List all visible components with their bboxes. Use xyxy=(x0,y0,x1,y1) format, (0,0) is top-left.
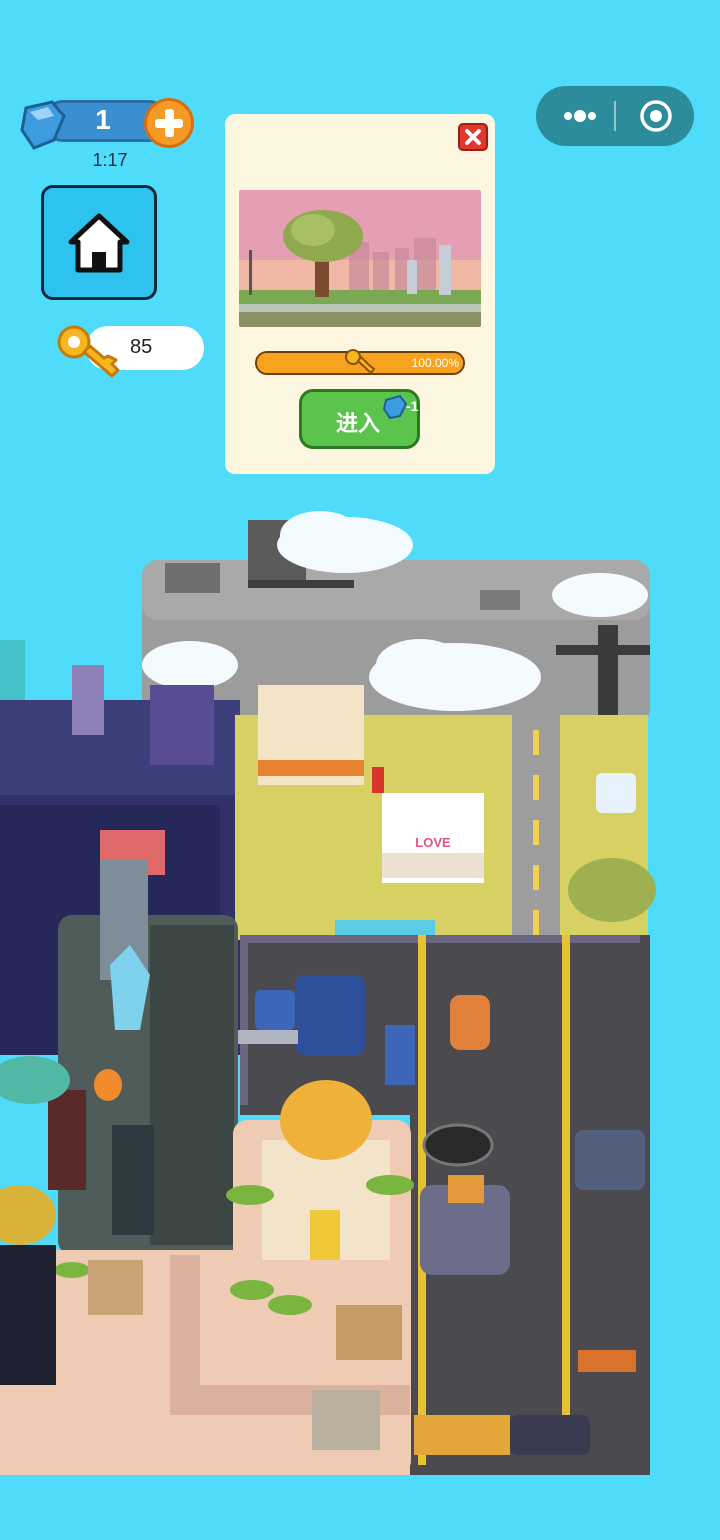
dark-gate xyxy=(0,1245,56,1385)
more-button[interactable] xyxy=(546,92,610,140)
more-dots-icon xyxy=(564,110,596,122)
orange-claw xyxy=(450,995,490,1050)
progress-text: 100.00% xyxy=(411,356,459,370)
home-button[interactable] xyxy=(41,185,157,300)
energy-drop-icon xyxy=(20,100,66,150)
energy-value: 1 xyxy=(95,104,111,135)
enter-label: 进入 xyxy=(336,411,381,436)
plus-icon xyxy=(155,109,183,137)
key-icon xyxy=(345,349,376,375)
capsule-divider xyxy=(614,101,616,131)
enter-cost: -1 xyxy=(406,398,419,414)
close-button[interactable] xyxy=(458,123,488,151)
shop-sign: LOVE xyxy=(415,835,451,850)
level-preview-image xyxy=(239,190,481,327)
train xyxy=(414,1415,510,1455)
miniprogram-capsule xyxy=(536,86,694,146)
energy-drop-icon xyxy=(382,394,408,420)
energy-counter: 1 xyxy=(18,98,194,150)
enter-button[interactable]: 进入 -1 xyxy=(299,389,420,449)
gray-mech xyxy=(420,1175,510,1275)
energy-timer: 1:17 xyxy=(92,150,128,170)
home-icon xyxy=(68,213,130,273)
world-map[interactable]: LOVE xyxy=(0,505,660,1480)
exit-button[interactable] xyxy=(622,92,686,140)
key-icon xyxy=(57,325,120,378)
keys-counter: 85 xyxy=(56,322,206,378)
heart-tree xyxy=(568,858,656,922)
add-energy-button[interactable] xyxy=(144,98,194,148)
level-progress-bar: 100.00% xyxy=(255,349,465,375)
manhole xyxy=(422,1123,494,1167)
keys-count: 85 xyxy=(130,336,153,358)
target-icon xyxy=(640,100,672,132)
close-icon xyxy=(465,129,481,145)
obelisk xyxy=(112,1125,154,1235)
